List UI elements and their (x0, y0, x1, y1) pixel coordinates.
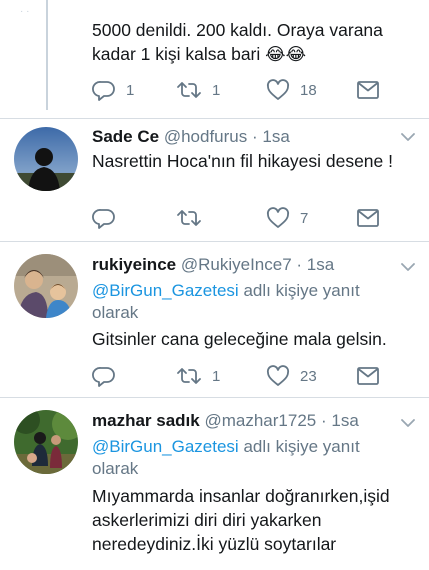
tweet-text: Mıyammarda insanlar doğranırken,işid ask… (92, 486, 390, 554)
mention-link[interactable]: @BirGun_Gazetesi (92, 437, 239, 456)
tweet-actions: 1 1 18 (92, 78, 392, 102)
like-count: 7 (300, 209, 309, 227)
thread-line (46, 0, 48, 110)
avatar[interactable] (14, 127, 78, 191)
reply-icon (92, 81, 115, 101)
retweet-icon (177, 82, 201, 98)
separator-dot: · (296, 255, 303, 274)
tweet-header: rukiyeince @RukiyeInce7 · 1sa (92, 255, 334, 275)
username[interactable]: @RukiyeInce7 (181, 255, 292, 274)
retweet-count: 1 (212, 81, 221, 99)
envelope-icon (357, 367, 379, 385)
retweet-button[interactable]: 1 (176, 78, 220, 102)
like-button[interactable]: 18 (266, 78, 317, 102)
chevron-down-icon[interactable] (401, 132, 415, 142)
retweet-button[interactable] (176, 206, 212, 230)
tweet-text: Nasrettin Hoca'nın fil hikayesi desene ! (92, 151, 393, 171)
like-button[interactable]: 23 (266, 364, 317, 388)
thread-dots: · · (20, 6, 30, 17)
reply-icon (92, 367, 115, 387)
tweet-text: Gitsinler cana geleceğine mala gelsin. (92, 329, 387, 349)
mention-link[interactable]: @BirGun_Gazetesi (92, 281, 239, 300)
timestamp[interactable]: 1sa (331, 411, 358, 430)
heart-icon (266, 365, 290, 386)
tweet-4[interactable]: mazhar sadık @mazhar1725 · 1sa @BirGun_G… (0, 398, 429, 570)
display-name[interactable]: Sade Ce (92, 127, 159, 146)
tweet-2[interactable]: Sade Ce @hodfurus · 1sa Nasrettin Hoca'n… (0, 119, 429, 241)
reply-button[interactable]: 1 (92, 78, 134, 102)
chevron-down-icon[interactable] (401, 262, 415, 272)
direct-message-button[interactable] (356, 78, 380, 102)
reply-count: 1 (126, 81, 135, 99)
display-name[interactable]: mazhar sadık (92, 411, 200, 430)
direct-message-button[interactable] (356, 364, 380, 388)
heart-icon (266, 207, 290, 228)
tweet-3[interactable]: rukiyeince @RukiyeInce7 · 1sa @BirGun_Ga… (0, 242, 429, 397)
username[interactable]: @mazhar1725 (204, 411, 316, 430)
tweet-actions: 7 (92, 206, 392, 230)
reply-icon (92, 209, 115, 229)
like-count: 23 (300, 367, 317, 385)
separator-dot: · (251, 127, 258, 146)
retweet-icon (177, 210, 201, 226)
direct-message-button[interactable] (356, 206, 380, 230)
retweet-button[interactable]: 1 (176, 364, 220, 388)
display-name[interactable]: rukiyeince (92, 255, 176, 274)
tweet-1[interactable]: · · 5000 denildi. 200 kaldı. Oraya varan… (0, 0, 429, 118)
envelope-icon (357, 209, 379, 227)
reply-button[interactable] (92, 364, 126, 388)
chevron-down-icon[interactable] (401, 418, 415, 428)
separator-dot: · (320, 411, 327, 430)
reply-button[interactable] (92, 206, 126, 230)
replying-to: @BirGun_Gazetesi adlı kişiye yanıt olara… (92, 281, 360, 322)
timestamp[interactable]: 1sa (262, 127, 289, 146)
heart-icon (266, 79, 290, 100)
like-button[interactable]: 7 (266, 206, 308, 230)
tweet-text: 5000 denildi. 200 kaldı. Oraya varana ka… (92, 20, 383, 64)
avatar[interactable] (14, 410, 78, 474)
avatar[interactable] (14, 254, 78, 318)
envelope-icon (357, 81, 379, 99)
retweet-icon (177, 368, 201, 384)
tweet-actions: 1 23 (92, 364, 392, 388)
timestamp[interactable]: 1sa (307, 255, 334, 274)
retweet-count: 1 (212, 367, 221, 385)
tweet-header: Sade Ce @hodfurus · 1sa (92, 127, 290, 147)
like-count: 18 (300, 81, 317, 99)
username[interactable]: @hodfurus (164, 127, 247, 146)
tweet-header: mazhar sadık @mazhar1725 · 1sa (92, 411, 359, 431)
replying-to: @BirGun_Gazetesi adlı kişiye yanıt olara… (92, 437, 360, 478)
